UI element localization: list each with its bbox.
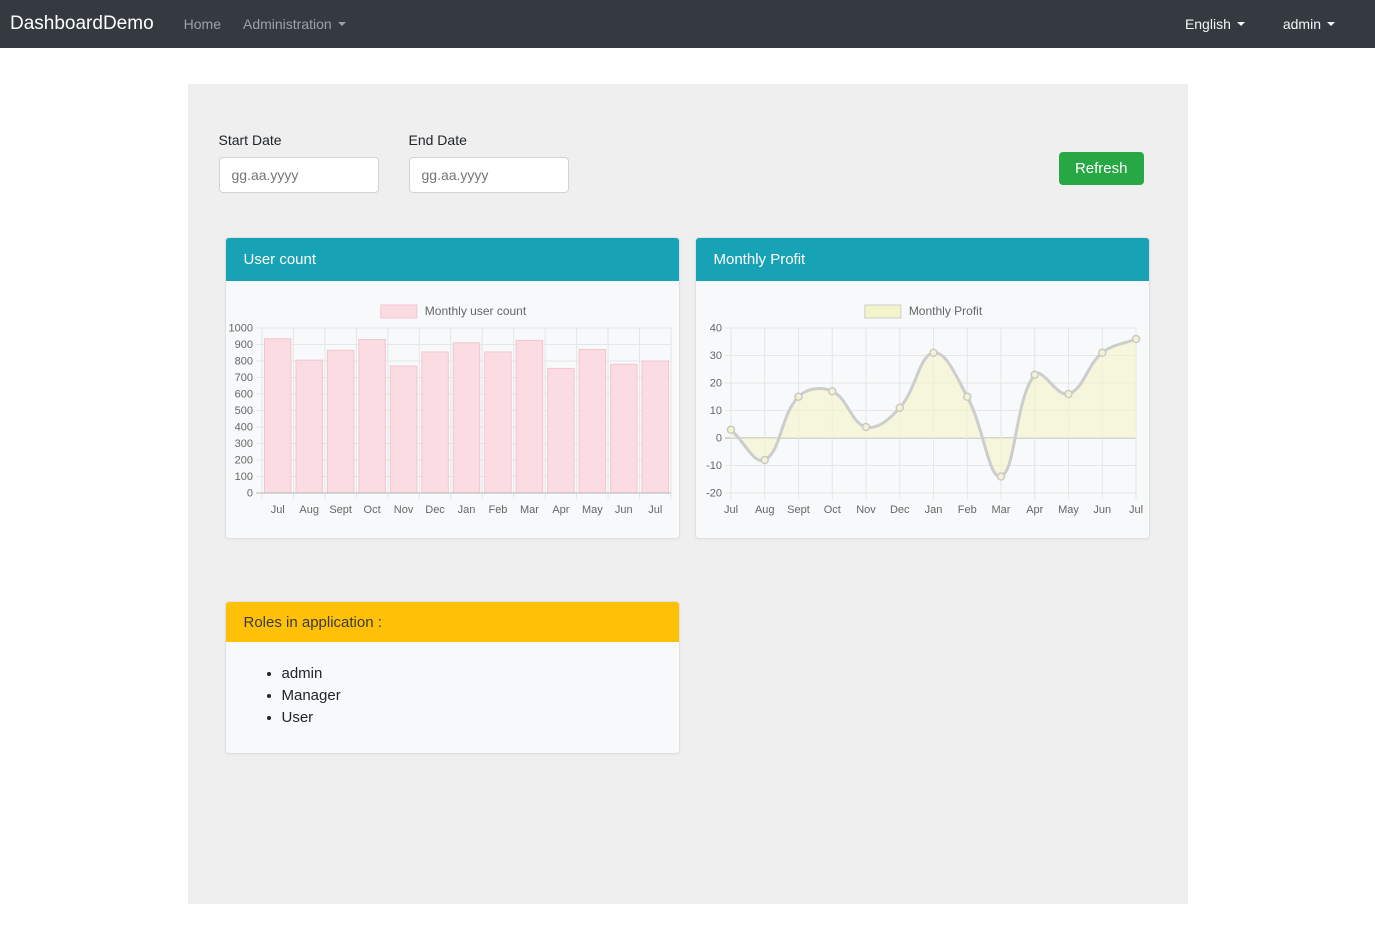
- end-date-label: End Date: [409, 132, 569, 148]
- roles-list-item: User: [282, 709, 679, 726]
- roles-panel: Roles in application : admin Manager Use…: [225, 601, 680, 754]
- svg-text:Jun: Jun: [1093, 504, 1111, 516]
- svg-text:700: 700: [234, 372, 252, 384]
- user-count-panel: User count 0 100 200 300 400 500 600 700 800 900 1…: [225, 237, 680, 539]
- svg-text:Aug: Aug: [754, 504, 774, 516]
- monthly-profit-panel-title: Monthly Profit: [714, 251, 806, 268]
- svg-text:Monthly Profit: Monthly Profit: [908, 304, 982, 318]
- roles-panel-header: Roles in application :: [226, 602, 679, 642]
- svg-text:May: May: [1058, 504, 1079, 516]
- svg-text:Feb: Feb: [957, 504, 976, 516]
- svg-text:Jun: Jun: [614, 504, 632, 516]
- start-date-input[interactable]: [219, 157, 379, 193]
- refresh-button[interactable]: Refresh: [1059, 152, 1144, 185]
- end-date-group: End Date: [409, 132, 569, 193]
- user-count-panel-body: 0 100 200 300 400 500 600 700 800 900 1000 Jul Aug Se…: [226, 281, 679, 538]
- svg-text:Oct: Oct: [823, 504, 840, 516]
- svg-text:Jan: Jan: [457, 504, 475, 516]
- navbar: DashboardDemo Home Administration Englis…: [0, 0, 1375, 48]
- svg-text:10: 10: [709, 405, 721, 417]
- svg-text:20: 20: [709, 378, 721, 390]
- svg-text:Aug: Aug: [299, 504, 319, 516]
- svg-text:Apr: Apr: [1026, 504, 1043, 516]
- svg-text:40: 40: [709, 323, 721, 335]
- svg-text:Feb: Feb: [488, 504, 507, 516]
- svg-text:600: 600: [234, 389, 252, 401]
- svg-text:500: 500: [234, 405, 252, 417]
- svg-text:900: 900: [234, 339, 252, 351]
- roles-list-item: Manager: [282, 687, 679, 704]
- monthly-profit-panel-body: -20 -10 0 10 20 30 40 Jul Aug Sept Oct Nov Dec Jan Feb…: [696, 281, 1149, 538]
- svg-text:-20: -20: [706, 488, 722, 500]
- svg-text:30: 30: [709, 350, 721, 362]
- user-count-panel-title: User count: [244, 251, 317, 268]
- monthly-profit-panel: Monthly Profit -20 -10 0 10 20 30 40 Jul Aug Sept…: [695, 237, 1150, 539]
- nav-item-administration[interactable]: Administration: [235, 16, 354, 32]
- svg-text:Monthly user count: Monthly user count: [424, 304, 526, 318]
- user-dropdown[interactable]: admin: [1275, 16, 1343, 32]
- svg-text:Jan: Jan: [924, 504, 942, 516]
- user-dropdown-label: admin: [1283, 16, 1321, 32]
- charts-row: User count 01002003004005006007008009001…: [225, 237, 1150, 539]
- roles-panel-body: admin Manager User: [226, 642, 679, 753]
- svg-text:100: 100: [234, 471, 252, 483]
- nav-item-home-label: Home: [184, 16, 221, 32]
- caret-down-icon: [338, 22, 346, 26]
- svg-text:Mar: Mar: [519, 504, 538, 516]
- roles-panel-title: Roles in application :: [244, 614, 382, 631]
- svg-text:200: 200: [234, 455, 252, 467]
- language-dropdown[interactable]: English: [1177, 16, 1253, 32]
- svg-text:Mar: Mar: [991, 504, 1010, 516]
- svg-text:Dec: Dec: [889, 504, 909, 516]
- brand-link[interactable]: DashboardDemo: [10, 13, 154, 35]
- roles-list-item: admin: [282, 665, 679, 682]
- svg-text:Jul: Jul: [1128, 504, 1142, 516]
- monthly-profit-panel-header: Monthly Profit: [696, 238, 1149, 281]
- end-date-input[interactable]: [409, 157, 569, 193]
- monthly-profit-line-chart: -20 -10 0 10 20 30 40 Jul Aug Sept Oct Nov Dec Jan Feb…: [696, 281, 1150, 538]
- nav-item-home[interactable]: Home: [176, 16, 229, 32]
- svg-text:Apr: Apr: [552, 504, 569, 516]
- svg-text:0: 0: [715, 433, 721, 445]
- svg-text:400: 400: [234, 422, 252, 434]
- main-container: Start Date End Date Refresh User count 0…: [188, 84, 1188, 904]
- svg-text:Oct: Oct: [363, 504, 380, 516]
- caret-down-icon: [1237, 22, 1245, 26]
- svg-text:Sept: Sept: [329, 504, 352, 516]
- svg-text:-10: -10: [706, 460, 722, 472]
- svg-text:Jul: Jul: [723, 504, 737, 516]
- svg-text:Jul: Jul: [270, 504, 284, 516]
- svg-text:1000: 1000: [228, 323, 252, 335]
- svg-text:Dec: Dec: [425, 504, 445, 516]
- start-date-label: Start Date: [219, 132, 379, 148]
- roles-list: admin Manager User: [266, 665, 679, 726]
- svg-text:Sept: Sept: [787, 504, 810, 516]
- svg-text:0: 0: [246, 488, 252, 500]
- caret-down-icon: [1327, 22, 1335, 26]
- svg-text:Jul: Jul: [648, 504, 662, 516]
- svg-text:May: May: [581, 504, 602, 516]
- user-count-bar-chart: 0 100 200 300 400 500 600 700 800 900 1000 Jul Aug Se…: [226, 281, 680, 538]
- svg-text:Nov: Nov: [856, 504, 876, 516]
- svg-text:Nov: Nov: [393, 504, 413, 516]
- svg-text:800: 800: [234, 356, 252, 368]
- language-dropdown-label: English: [1185, 16, 1231, 32]
- user-count-panel-header: User count: [226, 238, 679, 281]
- svg-text:300: 300: [234, 438, 252, 450]
- filter-row: Start Date End Date Refresh: [188, 132, 1188, 193]
- start-date-group: Start Date: [219, 132, 379, 193]
- nav-item-administration-label: Administration: [243, 16, 332, 32]
